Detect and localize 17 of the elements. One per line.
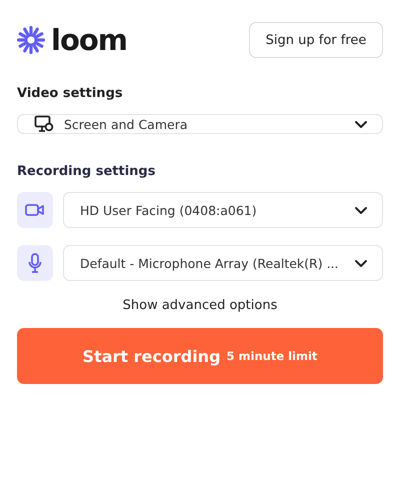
dropdown[interactable]: Default - Microphone Array (Realtek(R) ...	[63, 245, 383, 281]
signup-button[interactable]: Sign up for free	[249, 22, 383, 58]
chevron-down-icon	[354, 120, 368, 128]
logo-text: loom	[51, 23, 128, 57]
device-icon-button[interactable]	[17, 192, 53, 228]
screen-camera-icon	[34, 115, 54, 133]
dropdown[interactable]: HD User Facing (0408:a061)	[63, 192, 383, 228]
chevron-down-icon	[354, 258, 368, 268]
microphone-icon	[28, 253, 42, 273]
section-heading: Video settings	[17, 86, 124, 103]
device-icon-button[interactable]	[17, 245, 53, 281]
logo-icon	[17, 26, 45, 54]
chevron-down-icon	[354, 206, 368, 214]
dropdown[interactable]: Screen and Camera	[17, 114, 383, 134]
advanced-options-link[interactable]: Show advanced options	[122, 298, 278, 313]
video-camera-icon	[25, 203, 45, 217]
section-heading: Recording settings	[17, 164, 156, 181]
